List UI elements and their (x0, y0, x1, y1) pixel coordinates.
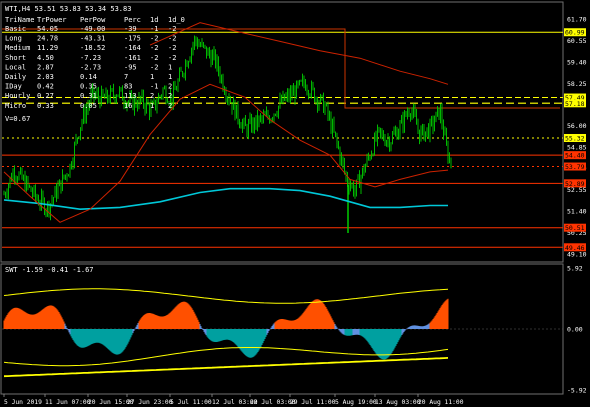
table-cell: Long (5, 35, 22, 43)
table-cell: -7.23 (80, 54, 101, 62)
price-tag-label: 52.89 (565, 180, 585, 188)
table-cell: -43.31 (80, 35, 105, 43)
table-cell: -49.00 (80, 25, 105, 33)
time-axis-label: 22 Jul 03:00 (250, 399, 296, 406)
table-cell: 2.87 (37, 63, 54, 71)
table-cell: 0.27 (37, 92, 54, 100)
price-tag-label: 57.18 (565, 100, 585, 108)
table-cell: 0.31 (80, 92, 97, 100)
table-header-cell: 1d_0 (168, 16, 185, 24)
time-axis-label: 5 Jun 2019 (4, 399, 42, 406)
price-axis-label: 56.00 (567, 122, 587, 130)
table-header-cell: 1d (150, 16, 158, 24)
table-cell: -39 (124, 25, 137, 33)
table-cell: 0.14 (80, 73, 97, 81)
table-cell: -2 (150, 54, 158, 62)
table-cell: Micro (5, 102, 26, 110)
table-cell: Hourly (5, 92, 30, 100)
price-tag-label: 54.40 (565, 152, 585, 160)
time-axis-label: 5 Jul 11:00 (170, 399, 212, 406)
oscillator-axis: 5.92 0.00 -5.92 (567, 265, 587, 395)
table-cell: Medium (5, 44, 30, 52)
table-cell: 1 (168, 63, 172, 71)
table-header-cell: TrPower (37, 16, 67, 24)
table-header-cell: Perc (124, 16, 141, 24)
price-tag-label: 60.99 (565, 29, 585, 37)
table-cell: 4.50 (37, 54, 54, 62)
table-cell: Short (5, 54, 26, 62)
table-cell: 16 (124, 102, 132, 110)
table-cell: -95 (124, 63, 137, 71)
table-cell: 11.29 (37, 44, 58, 52)
table-cell: -2 (150, 35, 158, 43)
table-header-cell: PerPow (80, 16, 106, 24)
table-cell: -161 (124, 54, 141, 62)
table-cell: 1 (150, 102, 154, 110)
price-axis-label: 51.40 (567, 208, 587, 216)
price-axis-label: 59.40 (567, 58, 587, 66)
table-cell: -164 (124, 44, 141, 52)
table-cell: -18.52 (80, 44, 105, 52)
table-cell: IDay (5, 83, 22, 91)
table-cell: -1 (150, 25, 158, 33)
price-axis-label: 60.55 (567, 37, 587, 45)
table-cell: -2 (150, 63, 158, 71)
time-axis-label: 20 Aug 11:00 (418, 399, 464, 406)
oscillator-axis-label: 5.92 (567, 265, 583, 273)
time-axis-label: 29 Jul 11:00 (290, 399, 336, 406)
table-cell: 0.35 (80, 83, 97, 91)
table-cell: 2.03 (37, 73, 54, 81)
table-cell: 83 (124, 83, 132, 91)
table-cell: -2 (150, 44, 158, 52)
price-tag-label: 55.32 (565, 134, 585, 142)
table-cell: -2 (168, 54, 176, 62)
table-cell: Basic (5, 25, 26, 33)
table-cell: Daily (5, 73, 26, 81)
table-cell: 2 (150, 92, 154, 100)
price-tag-label: 49.46 (565, 244, 585, 252)
table-cell: -175 (124, 35, 141, 43)
price-axis-label: 58.25 (567, 80, 587, 88)
table-cell: 2 (168, 83, 172, 91)
table-cell: -2 (168, 25, 176, 33)
table-cell: 54.05 (37, 25, 58, 33)
table-cell: Local (5, 63, 26, 71)
table-cell: 7 (124, 73, 128, 81)
table-cell: 24.78 (37, 35, 58, 43)
main-chart-header: WTI,H4 53.51 53.83 53.34 53.83 (5, 5, 131, 13)
time-axis-label: 5 Aug 19:00 (335, 399, 377, 406)
price-axis-label: 61.70 (567, 16, 587, 24)
time-axis-label: 11 Jun 07:00 (45, 399, 91, 406)
table-cell: 0.33 (37, 102, 54, 110)
table-cell: 0.42 (37, 83, 54, 91)
table-header-cell: TriName (5, 16, 35, 24)
table-cell: -2 (168, 35, 176, 43)
time-axis-label: 13 Aug 03:00 (375, 399, 421, 406)
oscillator-axis-label: -5.92 (567, 387, 587, 395)
table-cell: 0.05 (80, 102, 97, 110)
table-cell: -1 (150, 83, 158, 91)
table-cell: 1 (150, 73, 154, 81)
table-cell: -2.73 (80, 63, 101, 71)
price-tag-label: 53.79 (565, 163, 585, 171)
table-cell: 113 (124, 92, 137, 100)
trading-chart-window[interactable]: WTI,H4 53.51 53.83 53.34 53.83 TriName Tr… (0, 0, 590, 407)
table-cell: 2 (168, 92, 172, 100)
oscillator-header: SWT -1.59 -0.41 -1.67 (5, 266, 94, 274)
volatility-readout: V=0.67 (5, 115, 30, 123)
table-cell: 2 (168, 102, 172, 110)
table-cell: 1 (168, 73, 172, 81)
oscillator-axis-label: 0.00 (567, 326, 583, 334)
time-axis: 5 Jun 2019 11 Jun 07:0020 Jun 15:0027 Jun… (3, 394, 464, 406)
price-axis-label: 54.85 (567, 143, 587, 151)
price-tag-label: 50.51 (565, 224, 585, 232)
time-axis-label: 27 Jun 23:00 (127, 399, 173, 406)
table-cell: -2 (168, 44, 176, 52)
